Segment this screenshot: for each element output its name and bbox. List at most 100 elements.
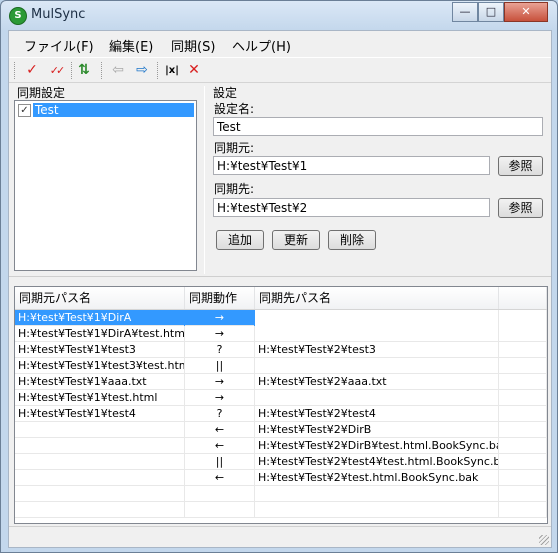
cell-extra <box>499 486 547 502</box>
toolbar-grip <box>14 62 16 79</box>
update-button[interactable]: 更新 <box>272 230 320 250</box>
setting-name-field[interactable]: Test <box>213 117 543 136</box>
cell-dest-path: H:¥test¥Test¥2¥aaa.txt <box>255 374 499 390</box>
check-all-icon[interactable]: ✓✓ <box>45 62 67 79</box>
table-row[interactable]: H:¥test¥Test¥1¥test4? H:¥test¥Test¥2¥test… <box>15 406 547 422</box>
cell-dest-path: H:¥test¥Test¥2¥test4 <box>255 406 499 422</box>
sync-settings-list[interactable]: ✓ Test <box>14 100 197 271</box>
toolbar: ✓ ✓✓ ⇅ ⇦ ⇨ |x| ✕ <box>9 57 551 83</box>
close-button[interactable]: ✕ <box>504 2 548 22</box>
cell-extra <box>499 422 547 438</box>
source-label: 同期元: <box>214 141 255 155</box>
status-bar <box>9 526 551 547</box>
cell-source-path: H:¥test¥Test¥1¥test.html <box>15 390 185 406</box>
cell-dest-path: H:¥test¥Test¥2¥DirB¥test.html.BookSync.b… <box>255 438 499 454</box>
cell-source-path: H:¥test¥Test¥1¥test4 <box>15 406 185 422</box>
header-source-path[interactable]: 同期元パス名 <box>15 287 185 309</box>
cell-source-path <box>15 470 185 486</box>
cell-dest-path <box>255 326 499 342</box>
delete-icon[interactable]: ✕ <box>185 62 203 79</box>
sync-icon[interactable]: ⇅ <box>75 62 93 79</box>
sync-file-grid[interactable]: 同期元パス名 同期動作 同期先パス名 H:¥test¥Test¥1¥DirA → H… <box>14 286 548 524</box>
cell-dest-path: H:¥test¥Test¥2¥test3 <box>255 342 499 358</box>
cell-source-path: H:¥test¥Test¥1¥DirA <box>15 310 185 326</box>
cell-sync-action: || <box>185 454 255 470</box>
table-row[interactable]: H:¥test¥Test¥1¥aaa.txt → H:¥test¥Test¥2¥aa… <box>15 374 547 390</box>
cell-source-path <box>15 454 185 470</box>
table-row[interactable] <box>15 502 547 518</box>
remove-button[interactable]: 削除 <box>328 230 376 250</box>
window-title: MulSync <box>31 7 86 22</box>
cell-dest-path <box>255 358 499 374</box>
title-bar[interactable]: S MulSync — □ ✕ <box>1 1 557 29</box>
toolbar-separator <box>101 62 103 79</box>
cell-sync-action: || <box>185 358 255 374</box>
cell-extra <box>499 470 547 486</box>
cell-extra <box>499 326 547 342</box>
dest-browse-button[interactable]: 参照 <box>498 198 543 218</box>
table-row[interactable]: H:¥test¥Test¥1¥DirA¥test.html → <box>15 326 547 342</box>
table-row[interactable]: H:¥test¥Test¥1¥test3? H:¥test¥Test¥2¥test… <box>15 342 547 358</box>
toolbar-separator <box>157 62 159 79</box>
menu-help[interactable]: ヘルプ(H) <box>232 36 291 55</box>
cell-sync-action <box>185 502 255 518</box>
cell-sync-action: → <box>185 374 255 390</box>
resize-grip[interactable] <box>539 535 549 545</box>
check-icon[interactable]: ✓ <box>23 62 41 79</box>
cell-extra <box>499 374 547 390</box>
cell-sync-action: ← <box>185 470 255 486</box>
cell-extra <box>499 502 547 518</box>
header-extra[interactable] <box>499 287 547 309</box>
cell-sync-action: → <box>185 390 255 406</box>
list-item[interactable]: ✓ Test <box>17 103 194 117</box>
main-window: S MulSync — □ ✕ ファイル(F) 編集(E) 同期(S) ヘルプ(… <box>0 0 558 553</box>
menu-sync[interactable]: 同期(S) <box>171 36 215 55</box>
cell-dest-path: H:¥test¥Test¥2¥DirB <box>255 422 499 438</box>
cell-dest-path <box>255 486 499 502</box>
cell-source-path <box>15 502 185 518</box>
forward-arrow-icon[interactable]: ⇨ <box>133 62 151 79</box>
cell-dest-path <box>255 310 499 326</box>
cell-source-path: H:¥test¥Test¥1¥test3¥test.html <box>15 358 185 374</box>
cell-dest-path <box>255 390 499 406</box>
checkbox[interactable]: ✓ <box>18 104 31 117</box>
cell-sync-action: ← <box>185 422 255 438</box>
menu-edit[interactable]: 編集(E) <box>109 36 153 55</box>
cell-extra <box>499 342 547 358</box>
app-icon: S <box>9 7 27 25</box>
header-dest-path[interactable]: 同期先パス名 <box>255 287 499 309</box>
source-path-field[interactable]: H:¥test¥Test¥1 <box>213 156 490 175</box>
menu-file[interactable]: ファイル(F) <box>24 36 94 55</box>
cell-source-path: H:¥test¥Test¥1¥DirA¥test.html <box>15 326 185 342</box>
cell-source-path: H:¥test¥Test¥1¥test3 <box>15 342 185 358</box>
cell-sync-action <box>185 486 255 502</box>
source-browse-button[interactable]: 参照 <box>498 156 543 176</box>
grid-header: 同期元パス名 同期動作 同期先パス名 <box>15 287 547 310</box>
menu-bar: ファイル(F) 編集(E) 同期(S) ヘルプ(H) <box>9 31 551 57</box>
minimize-button[interactable]: — <box>452 2 478 22</box>
cell-extra <box>499 310 547 326</box>
table-row[interactable] <box>15 486 547 502</box>
header-sync-action[interactable]: 同期動作 <box>185 287 255 309</box>
cell-extra <box>499 358 547 374</box>
mark-icon[interactable]: |x| <box>163 62 181 79</box>
back-arrow-icon[interactable]: ⇦ <box>109 62 127 79</box>
cell-source-path <box>15 422 185 438</box>
cell-dest-path <box>255 502 499 518</box>
cell-extra <box>499 438 547 454</box>
add-button[interactable]: 追加 <box>216 230 264 250</box>
table-row[interactable]: ← H:¥test¥Test¥2¥DirB¥test.html.BookSync.… <box>15 438 547 454</box>
table-row[interactable]: ← H:¥test¥Test¥2¥DirB <box>15 422 547 438</box>
splitter[interactable] <box>9 276 551 281</box>
table-row[interactable]: ← H:¥test¥Test¥2¥test.html.BookSync.bak <box>15 470 547 486</box>
dest-label: 同期先: <box>214 182 255 196</box>
cell-sync-action: ← <box>185 438 255 454</box>
cell-extra <box>499 406 547 422</box>
table-row[interactable]: H:¥test¥Test¥1¥test3¥test.html || <box>15 358 547 374</box>
maximize-button[interactable]: □ <box>478 2 504 22</box>
table-row[interactable]: || H:¥test¥Test¥2¥test4¥test.html.BookSyn… <box>15 454 547 470</box>
dest-path-field[interactable]: H:¥test¥Test¥2 <box>213 198 490 217</box>
table-row[interactable]: H:¥test¥Test¥1¥DirA → <box>15 310 547 326</box>
sync-settings-label: 同期設定 <box>17 86 66 100</box>
table-row[interactable]: H:¥test¥Test¥1¥test.html → <box>15 390 547 406</box>
